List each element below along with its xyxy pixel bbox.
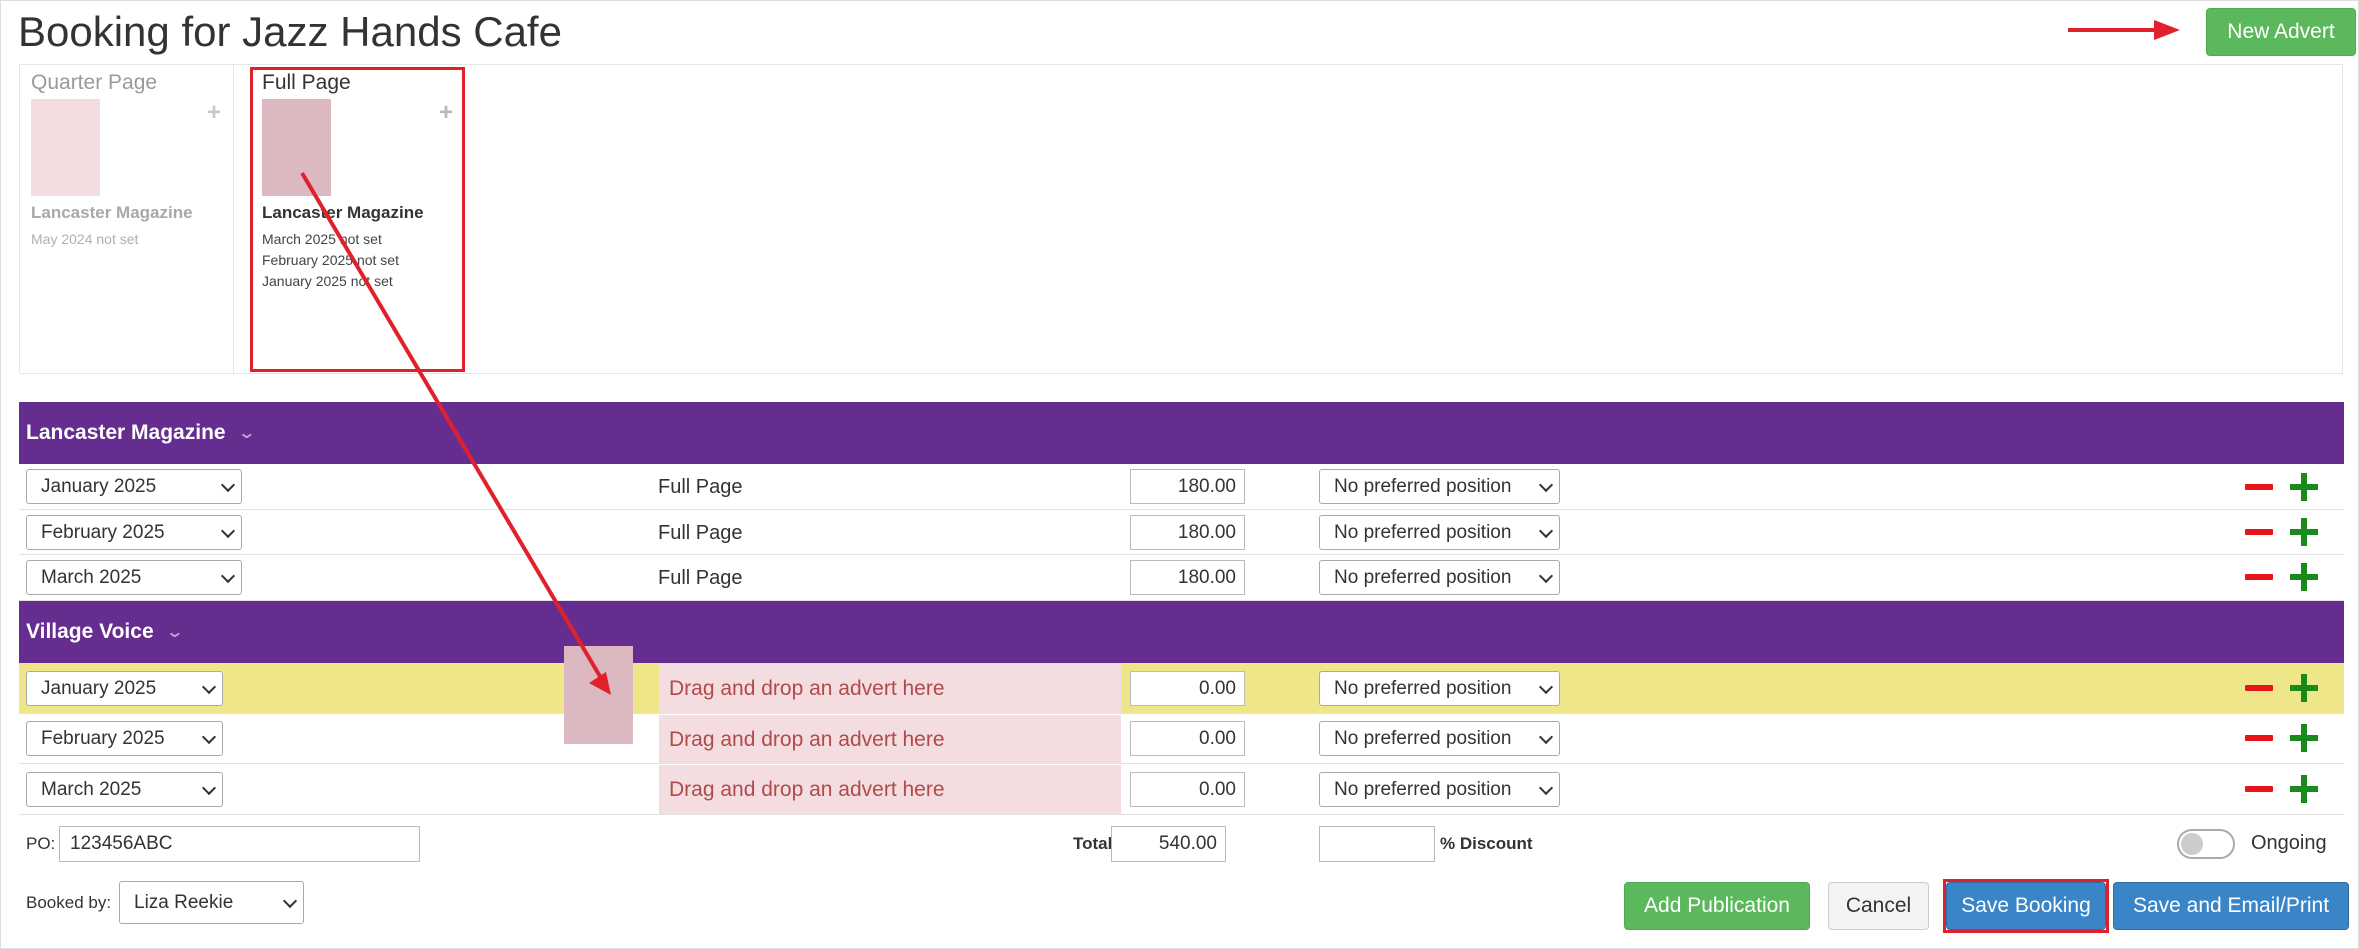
chevron-down-icon [201, 729, 217, 745]
position-select[interactable]: No preferred position [1319, 671, 1560, 706]
position-select[interactable]: No preferred position [1319, 515, 1560, 550]
add-row-icon[interactable] [2290, 775, 2318, 803]
price-input[interactable]: 180.00 [1130, 560, 1245, 595]
chevron-down-icon[interactable]: ⌄ [165, 622, 184, 642]
remove-row-icon[interactable] [2245, 685, 2273, 691]
toggle-knob [2181, 833, 2203, 855]
issue-select[interactable]: February 2025 [26, 515, 242, 550]
advert-size: Full Page [658, 522, 743, 544]
chevron-down-icon [201, 679, 217, 695]
chevron-down-icon [220, 523, 236, 539]
save-and-email-print-button[interactable]: Save and Email/Print [2113, 882, 2349, 930]
add-row-icon[interactable] [2290, 674, 2318, 702]
advert-size: Full Page [658, 567, 743, 589]
advert-dates: March 2025 not set February 2025 not set… [262, 229, 399, 292]
chevron-down-icon [1538, 477, 1554, 493]
chevron-down-icon [220, 568, 236, 584]
booking-row: January 2025 Drag and drop an advert her… [19, 663, 2344, 714]
advert-size: Full Page [658, 476, 743, 498]
total-input[interactable]: 540.00 [1111, 826, 1226, 862]
position-select[interactable]: No preferred position [1319, 469, 1560, 504]
advert-date: February 2025 not set [262, 252, 399, 268]
chevron-down-icon[interactable]: ⌄ [237, 423, 256, 443]
advert-size-label: Full Page [262, 71, 351, 94]
discount-label: % Discount [1440, 834, 1533, 853]
advert-date: January 2025 not set [262, 273, 393, 289]
advert-palette: Quarter Page + Lancaster Magazine May 20… [19, 64, 2343, 374]
po-input[interactable]: 123456ABC [59, 826, 420, 862]
add-row-icon[interactable] [2290, 518, 2318, 546]
total-label: Total [1073, 834, 1113, 853]
cancel-button[interactable]: Cancel [1828, 882, 1929, 930]
chevron-down-icon [1538, 523, 1554, 539]
booking-row: March 2025 Full Page 180.00 No preferred… [19, 555, 2344, 601]
remove-row-icon[interactable] [2245, 735, 2273, 741]
issue-select[interactable]: March 2025 [26, 560, 242, 595]
issue-select[interactable]: January 2025 [26, 671, 223, 706]
chevron-down-icon [282, 893, 298, 909]
ongoing-label: Ongoing [2251, 832, 2327, 854]
add-row-icon[interactable] [2290, 563, 2318, 591]
advert-drop-zone[interactable]: Drag and drop an advert here [659, 765, 1121, 814]
position-select[interactable]: No preferred position [1319, 721, 1560, 756]
chevron-down-icon [201, 780, 217, 796]
save-booking-button[interactable]: Save Booking [1946, 882, 2106, 930]
remove-row-icon[interactable] [2245, 786, 2273, 792]
advert-thumbnail[interactable] [262, 99, 331, 196]
add-icon[interactable]: + [207, 99, 221, 127]
publication-header-lancaster-magazine[interactable]: Lancaster Magazine ⌄ [19, 402, 2344, 464]
issue-select[interactable]: February 2025 [26, 721, 223, 756]
add-icon[interactable]: + [439, 99, 453, 127]
chevron-down-icon [1538, 780, 1554, 796]
ongoing-toggle[interactable] [2177, 829, 2235, 859]
price-input[interactable]: 180.00 [1130, 515, 1245, 550]
add-row-icon[interactable] [2290, 473, 2318, 501]
remove-row-icon[interactable] [2245, 484, 2273, 490]
price-input[interactable]: 0.00 [1130, 671, 1245, 706]
discount-input[interactable] [1319, 826, 1435, 862]
advert-card-quarter-page[interactable]: Quarter Page + Lancaster Magazine May 20… [21, 65, 234, 374]
price-input[interactable]: 0.00 [1130, 721, 1245, 756]
add-publication-button[interactable]: Add Publication [1624, 882, 1810, 930]
advert-drop-zone[interactable]: Drag and drop an advert here [659, 715, 1121, 764]
remove-row-icon[interactable] [2245, 529, 2273, 535]
chevron-down-icon [1538, 568, 1554, 584]
add-row-icon[interactable] [2290, 724, 2318, 752]
dragged-advert-thumbnail[interactable] [564, 646, 633, 744]
publication-header-village-voice[interactable]: Village Voice ⌄ [19, 601, 2344, 663]
chevron-down-icon [1538, 679, 1554, 695]
chevron-down-icon [220, 477, 236, 493]
position-select[interactable]: No preferred position [1319, 772, 1560, 807]
price-input[interactable]: 180.00 [1130, 469, 1245, 504]
chevron-down-icon [1538, 729, 1554, 745]
advert-publication-label: Lancaster Magazine [262, 203, 424, 222]
publication-name: Village Voice [26, 620, 154, 643]
page-title: Booking for Jazz Hands Cafe [18, 8, 562, 55]
issue-select[interactable]: January 2025 [26, 469, 242, 504]
new-advert-button[interactable]: New Advert [2206, 8, 2356, 56]
booked-by-label: Booked by: [26, 893, 112, 912]
po-label: PO: [26, 834, 56, 853]
advert-size-label: Quarter Page [31, 71, 158, 94]
advert-date: March 2025 not set [262, 231, 382, 247]
advert-card-full-page[interactable]: Full Page + Lancaster Magazine March 202… [252, 65, 465, 374]
issue-select[interactable]: March 2025 [26, 772, 223, 807]
booking-row: January 2025 Full Page 180.00 No preferr… [19, 464, 2344, 510]
remove-row-icon[interactable] [2245, 574, 2273, 580]
booked-by-select[interactable]: Liza Reekie [119, 881, 304, 924]
booking-row: February 2025 Full Page 180.00 No prefer… [19, 510, 2344, 555]
position-select[interactable]: No preferred position [1319, 560, 1560, 595]
advert-date: May 2024 not set [31, 231, 139, 247]
advert-thumbnail[interactable] [31, 99, 100, 196]
advert-dates: May 2024 not set [31, 229, 138, 250]
booking-row: March 2025 Drag and drop an advert here … [19, 764, 2344, 815]
publication-name: Lancaster Magazine [26, 421, 226, 444]
advert-publication-label: Lancaster Magazine [31, 203, 193, 222]
advert-drop-zone[interactable]: Drag and drop an advert here [659, 664, 1121, 713]
booking-row: February 2025 Drag and drop an advert he… [19, 714, 2344, 764]
price-input[interactable]: 0.00 [1130, 772, 1245, 807]
